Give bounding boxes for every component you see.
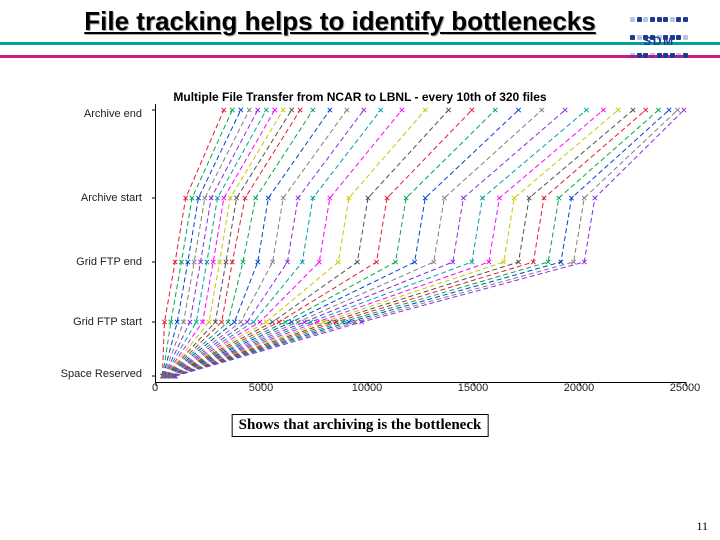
chart-container: Multiple File Transfer from NCAR to LBNL… xyxy=(30,90,690,400)
slide-number: 11 xyxy=(696,519,708,534)
y-label-space-reserved: Space Reserved xyxy=(30,368,142,380)
x-tick-label: 0 xyxy=(152,382,158,394)
y-axis-labels: Archive end Archive start Grid FTP end G… xyxy=(30,104,150,394)
y-label-archive-end: Archive end xyxy=(30,108,142,120)
y-label-archive-start: Archive start xyxy=(30,192,142,204)
chart-plot-area xyxy=(155,104,686,383)
header-rules xyxy=(0,42,720,58)
x-tick-label: 20000 xyxy=(564,382,595,394)
y-label-gridftp-end: Grid FTP end xyxy=(30,256,142,268)
chart-body: Archive end Archive start Grid FTP end G… xyxy=(30,104,690,394)
x-axis-labels: 0500010000150002000025000 xyxy=(155,382,685,396)
x-tick-label: 10000 xyxy=(352,382,383,394)
caption-box: Shows that archiving is the bottleneck xyxy=(232,414,489,437)
x-tick-label: 25000 xyxy=(670,382,701,394)
slide: File tracking helps to identify bottlene… xyxy=(0,0,720,540)
x-tick-label: 15000 xyxy=(458,382,489,394)
x-tick-label: 5000 xyxy=(249,382,273,394)
chart-title: Multiple File Transfer from NCAR to LBNL… xyxy=(30,90,690,104)
header: File tracking helps to identify bottlene… xyxy=(0,0,720,36)
sdm-logo: SDM xyxy=(620,10,698,50)
slide-title: File tracking helps to identify bottlene… xyxy=(84,6,595,36)
y-label-gridftp-start: Grid FTP start xyxy=(30,316,142,328)
sdm-logo-icon xyxy=(620,10,698,36)
